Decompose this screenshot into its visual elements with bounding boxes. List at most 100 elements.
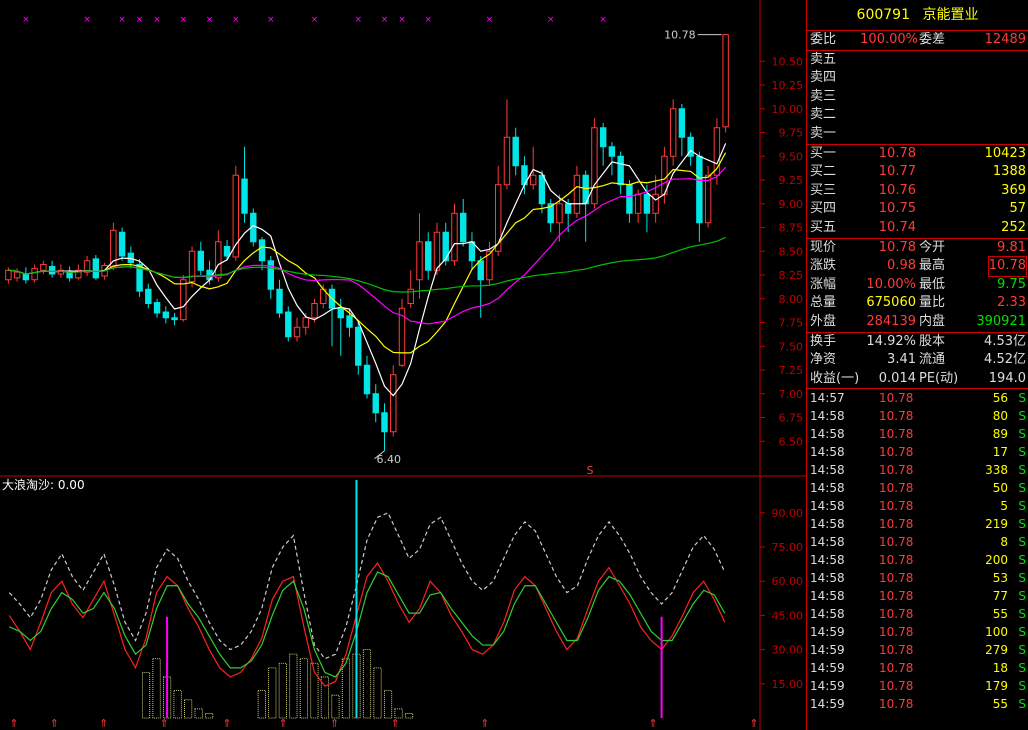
- candle-body: [529, 174, 537, 186]
- price-annotations: 10.78 6.40 S × × × × × × × × × × × × × × × × ×: [22, 15, 722, 477]
- price-tick-label: 9.75: [779, 127, 804, 140]
- candle-body: [390, 374, 397, 433]
- candle-body: [31, 267, 38, 281]
- tick-side: S: [1018, 697, 1026, 712]
- candle-body: [416, 241, 423, 281]
- candle-body: [206, 269, 213, 281]
- candle-body: [276, 288, 283, 314]
- tick-row[interactable]: 14:59 10.78 179 S: [807, 677, 1028, 695]
- tick-side: S: [1018, 661, 1026, 676]
- candle-body: [652, 193, 659, 214]
- candle-body: [145, 288, 152, 304]
- quote-value: 675060: [866, 295, 916, 311]
- candle-body: [512, 136, 519, 167]
- ind-bar: [268, 667, 277, 719]
- candle-body: [40, 264, 47, 271]
- ask-row: 卖三: [807, 88, 1028, 107]
- tick-volume: 53: [992, 571, 1008, 586]
- tick-time: 14:58: [810, 463, 845, 478]
- price-tick-label: 10.50: [772, 55, 804, 68]
- quote-value: 10.00%: [866, 276, 916, 292]
- candle-body: [66, 271, 73, 279]
- quote-panel: 600791 京能置业 委比 100.00% 委差 12489 卖五 卖四 卖三 卖二…: [806, 0, 1028, 730]
- ratio-label: 委比: [810, 32, 837, 47]
- tick-time: 14:58: [810, 535, 845, 550]
- fundamental-label-2: 流通: [919, 352, 946, 368]
- tick-side: S: [1018, 445, 1026, 460]
- ask-label: 卖四: [810, 70, 837, 86]
- bid-label: 买二: [810, 164, 837, 180]
- tick-row[interactable]: 14:58 10.78 55 S: [807, 605, 1028, 623]
- tick-row[interactable]: 14:58 10.78 8 S: [807, 533, 1028, 551]
- tick-row[interactable]: 14:58 10.78 77 S: [807, 587, 1028, 605]
- candle-body: [696, 155, 703, 224]
- candle-body: [223, 246, 231, 257]
- bid-label: 买一: [810, 145, 837, 161]
- candle-body: [171, 317, 178, 321]
- marker-x: ×: [424, 15, 432, 25]
- tick-list[interactable]: 14:57 10.78 56 S 14:58 10.78 80 S 14:58 10.78 89 S 1…: [807, 389, 1028, 713]
- ask-row: 卖四: [807, 69, 1028, 88]
- diff-label: 委差: [919, 32, 946, 47]
- ind-bar: [141, 672, 151, 719]
- ask-levels: 卖五 卖四 卖三 卖二 卖一: [807, 51, 1028, 144]
- tick-row[interactable]: 14:59 10.78 100 S: [807, 623, 1028, 641]
- bid-row: 买五 10.74 252: [807, 219, 1028, 238]
- tick-side: S: [1018, 589, 1026, 604]
- tick-row[interactable]: 14:58 10.78 80 S: [807, 407, 1028, 425]
- candle-body: [293, 326, 301, 338]
- tick-row[interactable]: 14:59 10.78 279 S: [807, 641, 1028, 659]
- price-tick-label: 7.75: [779, 317, 804, 330]
- tick-row[interactable]: 14:58 10.78 219 S: [807, 515, 1028, 533]
- stock-header: 600791 京能置业: [807, 0, 1028, 31]
- buy-arrow: ⇑: [99, 717, 108, 730]
- ask-label: 卖二: [810, 107, 837, 123]
- ind-bar: [299, 658, 308, 719]
- tick-volume: 179: [985, 679, 1008, 694]
- tick-row[interactable]: 14:58 10.78 338 S: [807, 461, 1028, 479]
- tick-row[interactable]: 14:58 10.78 5 S: [807, 497, 1028, 515]
- tick-row[interactable]: 14:58 10.78 200 S: [807, 551, 1028, 569]
- ind-bar: [362, 649, 372, 719]
- quote-label: 现价: [810, 239, 837, 255]
- candlesticks: [5, 34, 729, 451]
- tick-row[interactable]: 14:57 10.78 56 S: [807, 389, 1028, 407]
- tick-volume: 89: [992, 427, 1008, 442]
- tick-row[interactable]: 14:58 10.78 53 S: [807, 569, 1028, 587]
- signal-marker: S: [587, 464, 594, 477]
- quote-row: 涨跌 0.98 最高 10.78: [807, 256, 1028, 277]
- ind-bar: [194, 708, 203, 719]
- ind-bar: [373, 667, 382, 719]
- ind-bar: [173, 690, 182, 719]
- tick-time: 14:58: [810, 571, 845, 586]
- low-label: 6.40: [376, 453, 401, 466]
- marker-x: ×: [311, 15, 319, 25]
- candle-body: [591, 127, 598, 205]
- tick-price: 10.78: [879, 427, 914, 442]
- ask-row: 卖一: [807, 125, 1028, 144]
- bid-volume: 57: [1009, 201, 1026, 217]
- tick-volume: 5: [1000, 499, 1008, 514]
- ind-bar: [184, 699, 193, 719]
- candle-body: [13, 271, 21, 279]
- fundamental-label: 换手: [810, 333, 837, 349]
- tick-time: 14:58: [810, 481, 845, 496]
- price-tick-label: 9.00: [779, 198, 804, 211]
- price-tick-label: 8.25: [779, 269, 804, 282]
- tick-row[interactable]: 14:59 10.78 55 S: [807, 695, 1028, 713]
- tick-side: S: [1018, 679, 1026, 694]
- kline-chart-area[interactable]: 10.50 10.25 10.00 9.75 9.50 9.25 9.00 8.75 8.50 8…: [0, 0, 806, 730]
- tick-volume: 100: [985, 625, 1008, 640]
- candle-body: [267, 260, 274, 290]
- candle-body: [503, 136, 511, 186]
- tick-row[interactable]: 14:58 10.78 17 S: [807, 443, 1028, 461]
- tick-price: 10.78: [879, 481, 914, 496]
- tick-row[interactable]: 14:59 10.78 18 S: [807, 659, 1028, 677]
- candle-body: [355, 326, 362, 366]
- candle-body: [162, 311, 170, 319]
- marker-x: ×: [22, 15, 30, 25]
- tick-row[interactable]: 14:58 10.78 89 S: [807, 425, 1028, 443]
- candle-body: [180, 279, 187, 321]
- price-tick-label: 10.00: [772, 103, 804, 116]
- tick-row[interactable]: 14:58 10.78 50 S: [807, 479, 1028, 497]
